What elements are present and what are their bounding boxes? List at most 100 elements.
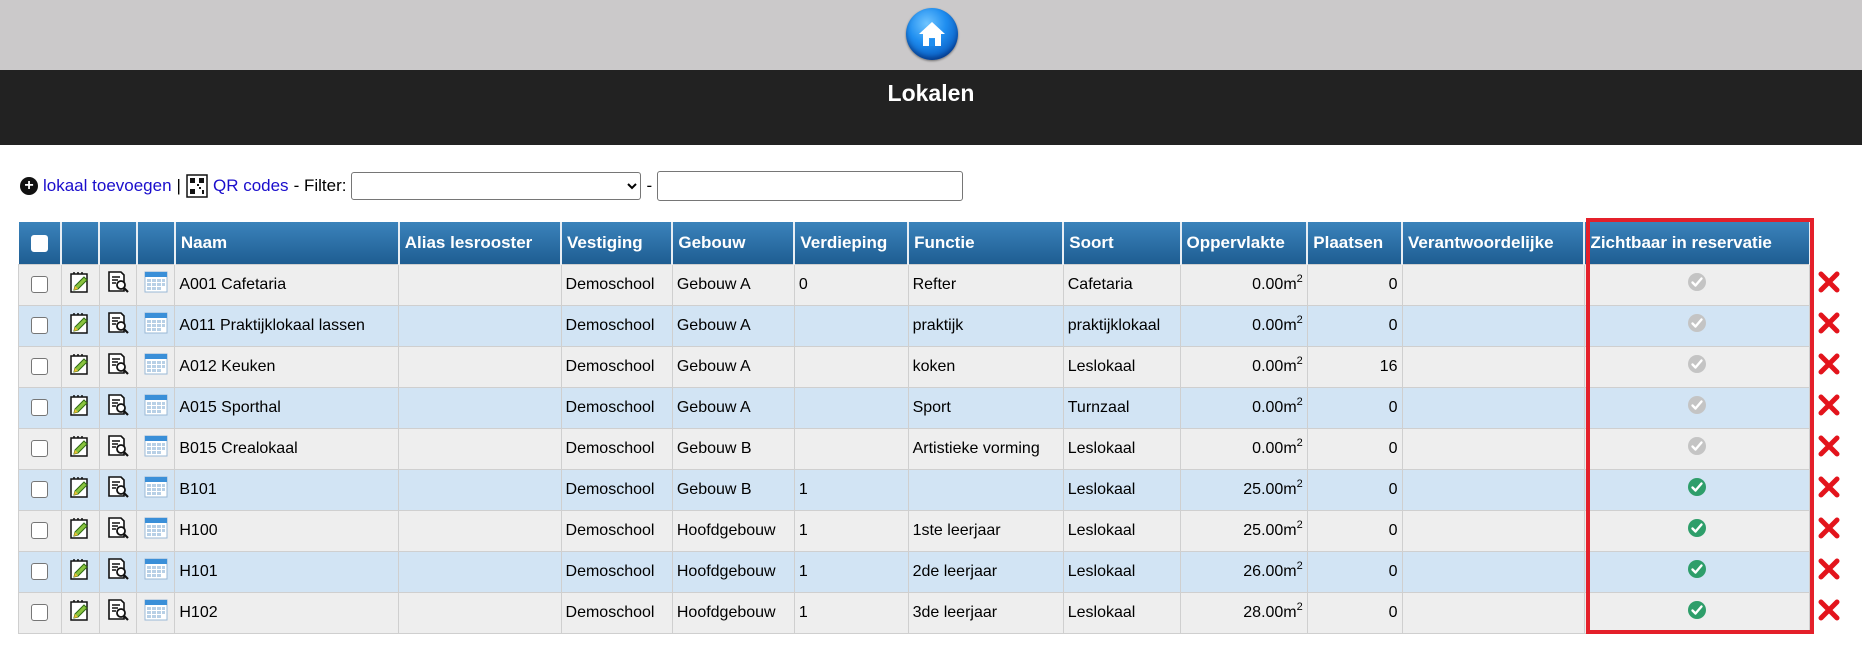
cell-zichtbaar[interactable] xyxy=(1583,427,1811,470)
calendar-button[interactable] xyxy=(136,386,176,429)
filter-input[interactable] xyxy=(657,171,964,201)
qr-code-icon[interactable] xyxy=(186,174,208,198)
row-select-cell[interactable] xyxy=(18,550,62,593)
delete-button[interactable] xyxy=(1809,346,1848,387)
cell-plaatsen: 0 xyxy=(1306,509,1403,552)
view-button[interactable] xyxy=(98,591,138,634)
calendar-button[interactable] xyxy=(136,345,176,388)
row-select-cell[interactable] xyxy=(18,427,62,470)
cell-plaatsen: 16 xyxy=(1306,345,1403,388)
document-search-icon xyxy=(108,353,129,375)
cell-oppervlakte: 0.00m2 xyxy=(1180,345,1308,388)
row-select-cell[interactable] xyxy=(18,345,62,388)
edit-button[interactable] xyxy=(60,304,100,347)
column-header-functie[interactable]: Functie xyxy=(908,222,1065,264)
cell-zichtbaar[interactable] xyxy=(1583,304,1811,347)
delete-button[interactable] xyxy=(1809,428,1848,469)
cell-functie: 2de leerjaar xyxy=(907,550,1064,593)
check-circle-icon[interactable] xyxy=(1687,272,1707,292)
row-checkbox[interactable] xyxy=(31,275,49,293)
cell-zichtbaar[interactable] xyxy=(1583,468,1811,511)
cell-soort: Leslokaal xyxy=(1062,468,1182,511)
select-all-checkbox[interactable] xyxy=(30,234,48,252)
view-button[interactable] xyxy=(98,427,138,470)
row-checkbox[interactable] xyxy=(31,439,49,457)
check-circle-icon[interactable] xyxy=(1687,559,1707,579)
view-button[interactable] xyxy=(98,304,138,347)
row-checkbox[interactable] xyxy=(31,562,49,580)
calendar-button[interactable] xyxy=(136,509,176,552)
check-circle-icon[interactable] xyxy=(1687,518,1707,538)
edit-button[interactable] xyxy=(60,386,100,429)
row-select-cell[interactable] xyxy=(18,468,62,511)
delete-button[interactable] xyxy=(1809,387,1848,428)
column-header-soort[interactable]: Soort xyxy=(1063,222,1182,264)
cell-vestiging: Demoschool xyxy=(560,427,673,470)
check-circle-icon[interactable] xyxy=(1687,600,1707,620)
column-header-gebouw[interactable]: Gebouw xyxy=(672,222,796,264)
check-circle-icon[interactable] xyxy=(1687,436,1707,456)
cell-zichtbaar[interactable] xyxy=(1583,550,1811,593)
check-circle-icon[interactable] xyxy=(1687,477,1707,497)
column-header-plaatsen[interactable]: Plaatsen xyxy=(1307,222,1404,264)
row-select-cell[interactable] xyxy=(18,304,62,347)
filter-select[interactable] xyxy=(351,172,642,200)
column-header-naam[interactable]: Naam xyxy=(174,222,400,264)
cell-zichtbaar[interactable] xyxy=(1583,345,1811,388)
check-circle-icon[interactable] xyxy=(1687,395,1707,415)
check-circle-icon[interactable] xyxy=(1687,313,1707,333)
cell-zichtbaar[interactable] xyxy=(1583,509,1811,552)
header-select-all[interactable] xyxy=(18,222,63,264)
delete-button[interactable] xyxy=(1809,305,1848,346)
view-button[interactable] xyxy=(98,345,138,388)
check-circle-icon[interactable] xyxy=(1687,354,1707,374)
cell-zichtbaar[interactable] xyxy=(1583,263,1811,306)
column-header-alias[interactable]: Alias lesrooster xyxy=(398,222,563,264)
delete-button[interactable] xyxy=(1809,592,1848,633)
delete-button[interactable] xyxy=(1809,551,1848,592)
column-header-zichtbaar[interactable]: Zichtbaar in reservatie xyxy=(1584,222,1811,264)
edit-button[interactable] xyxy=(60,591,100,634)
qr-codes-link[interactable]: QR codes xyxy=(213,176,289,196)
row-checkbox[interactable] xyxy=(31,521,49,539)
column-header-verantwoordelijke[interactable]: Verantwoordelijke xyxy=(1402,222,1586,264)
row-checkbox[interactable] xyxy=(31,316,49,334)
cell-gebouw: Hoofdgebouw xyxy=(671,591,795,634)
edit-button[interactable] xyxy=(60,345,100,388)
edit-button[interactable] xyxy=(60,550,100,593)
row-select-cell[interactable] xyxy=(18,386,62,429)
row-checkbox[interactable] xyxy=(31,398,49,416)
calendar-button[interactable] xyxy=(136,304,176,347)
edit-button[interactable] xyxy=(60,263,100,306)
view-button[interactable] xyxy=(98,386,138,429)
delete-button[interactable] xyxy=(1809,510,1848,551)
edit-button[interactable] xyxy=(60,468,100,511)
plus-circle-icon[interactable]: + xyxy=(20,177,38,195)
calendar-button[interactable] xyxy=(136,468,176,511)
row-select-cell[interactable] xyxy=(18,509,62,552)
calendar-button[interactable] xyxy=(136,591,176,634)
row-select-cell[interactable] xyxy=(18,591,62,634)
delete-button[interactable] xyxy=(1809,264,1848,305)
row-select-cell[interactable] xyxy=(18,263,62,306)
cell-zichtbaar[interactable] xyxy=(1583,386,1811,429)
calendar-button[interactable] xyxy=(136,550,176,593)
edit-button[interactable] xyxy=(60,509,100,552)
column-header-verdieping[interactable]: Verdieping xyxy=(794,222,910,264)
calendar-button[interactable] xyxy=(136,427,176,470)
cell-zichtbaar[interactable] xyxy=(1583,591,1811,634)
add-room-link[interactable]: lokaal toevoegen xyxy=(43,176,172,196)
view-button[interactable] xyxy=(98,550,138,593)
calendar-button[interactable] xyxy=(136,263,176,306)
column-header-oppervlakte[interactable]: Oppervlakte xyxy=(1180,222,1309,264)
view-button[interactable] xyxy=(98,509,138,552)
row-checkbox[interactable] xyxy=(31,480,49,498)
edit-button[interactable] xyxy=(60,427,100,470)
view-button[interactable] xyxy=(98,468,138,511)
view-button[interactable] xyxy=(98,263,138,306)
delete-button[interactable] xyxy=(1809,469,1848,510)
column-header-vestiging[interactable]: Vestiging xyxy=(561,222,674,264)
row-checkbox[interactable] xyxy=(31,603,49,621)
home-button[interactable] xyxy=(906,8,958,60)
row-checkbox[interactable] xyxy=(31,357,49,375)
